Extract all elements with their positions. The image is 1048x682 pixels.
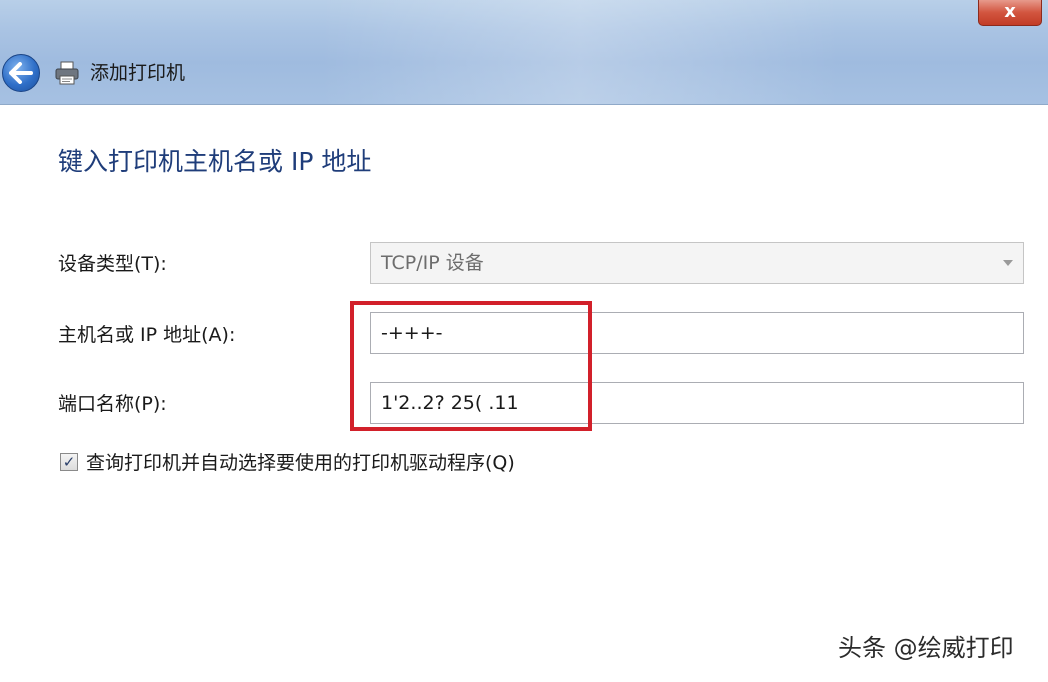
query-printer-label[interactable]: 查询打印机并自动选择要使用的打印机驱动程序(Q) (86, 450, 515, 476)
device-type-select[interactable]: TCP/IP 设备 (370, 242, 1024, 284)
printer-icon (54, 60, 80, 86)
title-bar (0, 0, 1048, 105)
port-name-label: 端口名称(P): (58, 393, 167, 415)
page-heading: 键入打印机主机名或 IP 地址 (58, 147, 372, 176)
chevron-down-icon[interactable] (1003, 260, 1013, 266)
query-printer-checkbox[interactable]: ✓ (60, 453, 78, 471)
device-type-value: TCP/IP 设备 (381, 252, 484, 274)
close-button[interactable]: x (978, 0, 1042, 26)
close-icon: x (1004, 1, 1016, 22)
hostname-label: 主机名或 IP 地址(A): (58, 324, 236, 346)
window-title: 添加打印机 (90, 62, 186, 84)
checkmark-icon: ✓ (62, 453, 76, 471)
device-type-label: 设备类型(T): (58, 253, 167, 275)
back-arrow-icon (9, 62, 33, 84)
highlight-annotation (350, 301, 592, 431)
back-button[interactable] (2, 54, 40, 92)
watermark-text: 头条 @绘威打印 (838, 634, 1014, 662)
